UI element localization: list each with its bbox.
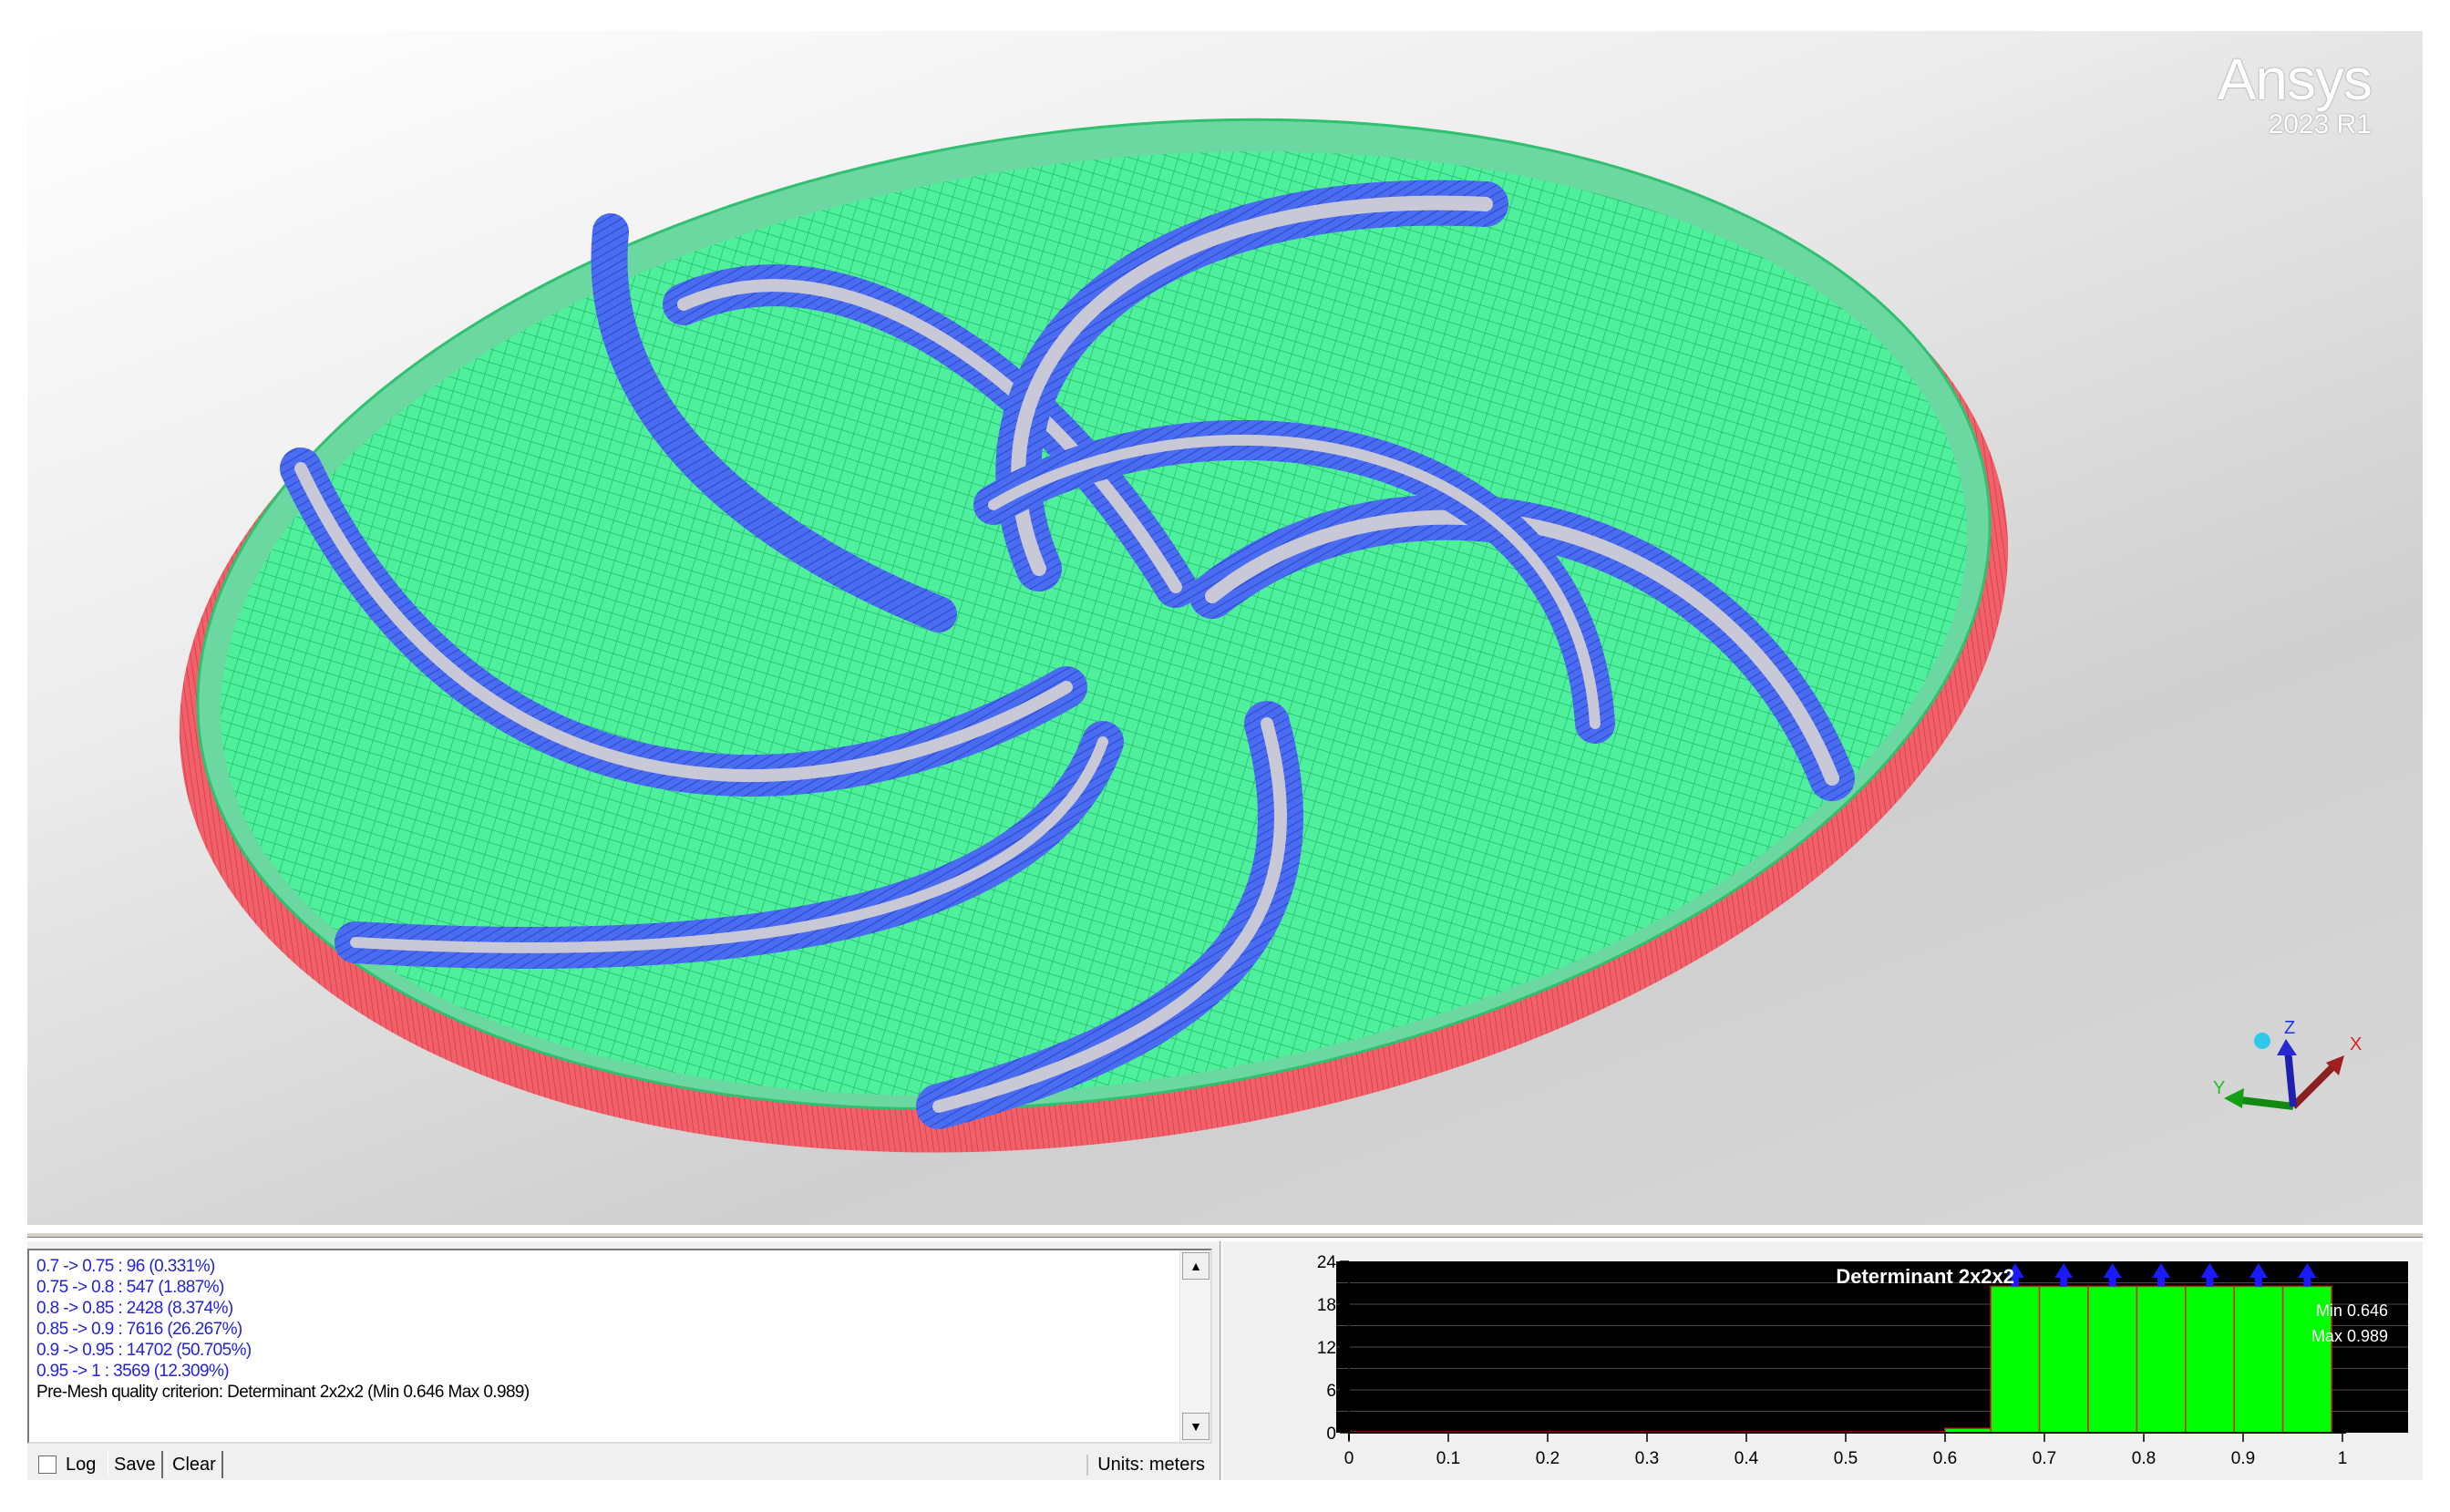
x-tick-label: 0.6 [1933, 1449, 1957, 1468]
brand-version: 2023 R1 [2268, 109, 2372, 139]
max-value-label: Max 0.989 [2311, 1327, 2388, 1345]
log-line: 0.95 -> 1 : 3569 (12.309%) [36, 1362, 230, 1381]
brand-name: Ansys [2217, 46, 2373, 112]
log-toolbar: Log Save Clear Units: meters [27, 1449, 1212, 1480]
x-tick-label: 0.2 [1536, 1449, 1560, 1468]
y-tick-label: 6 [1326, 1382, 1336, 1401]
histogram-bar [1990, 1285, 2041, 1434]
arrow-down-icon: ▼ [1189, 1419, 1202, 1434]
histogram-bar [2087, 1285, 2138, 1434]
impeller-mesh-scene: X Y Z [179, 118, 2362, 1153]
log-line: 0.85 -> 0.9 : 7616 (26.267%) [36, 1320, 242, 1339]
histogram-bar [2038, 1285, 2089, 1434]
chart-title: Determinant 2x2x2 [1836, 1265, 2014, 1288]
x-tick-label: 0.3 [1635, 1449, 1659, 1468]
histogram-bar [2136, 1285, 2187, 1434]
log-label: Log [66, 1455, 97, 1475]
x-tick-label: 0.9 [2231, 1449, 2255, 1468]
x-tick-label: 0.5 [1834, 1449, 1858, 1468]
save-button[interactable]: Save [108, 1451, 163, 1478]
log-line: 0.75 -> 0.8 : 547 (1.887%) [36, 1278, 224, 1297]
y-tick-label: 24 [1317, 1253, 1337, 1272]
panel-splitter[interactable] [27, 1232, 2423, 1238]
x-tick-label: 0.1 [1436, 1449, 1460, 1468]
x-tick-label: 0.7 [2033, 1449, 2056, 1468]
triad-y-label: Y [2213, 1078, 2225, 1098]
scroll-up-button[interactable]: ▲ [1182, 1252, 1210, 1280]
quality-histogram-panel: 0 6 12 18 24 0 0.1 0.2 0.3 0.4 0.5 0.6 0.7 0.8 0.9 1 Det… [1230, 1241, 2423, 1480]
y-tick-label: 18 [1317, 1296, 1336, 1315]
min-value-label: Min 0.646 [2316, 1301, 2388, 1320]
ansys-watermark: Ansys 2023 R1 [2217, 46, 2373, 140]
triad-x-label: X [2350, 1034, 2362, 1054]
y-tick-label: 0 [1326, 1425, 1336, 1444]
scroll-down-button[interactable]: ▼ [1182, 1413, 1210, 1440]
x-tick-label: 0.8 [2132, 1449, 2156, 1468]
log-line: 0.9 -> 0.95 : 14702 (50.705%) [36, 1341, 252, 1360]
quality-histogram: 0 6 12 18 24 0 0.1 0.2 0.3 0.4 0.5 0.6 0.7 0.8 0.9 1 Det… [1317, 1253, 2408, 1468]
x-tick-label: 1 [2338, 1449, 2348, 1468]
y-tick-label: 12 [1317, 1339, 1336, 1358]
histogram-bar [2233, 1285, 2284, 1434]
message-log[interactable]: 0.7 -> 0.75 : 96 (0.331%) 0.75 -> 0.8 : 5… [27, 1249, 1212, 1444]
triad-z-label: Z [2284, 1018, 2295, 1038]
log-line: 0.7 -> 0.75 : 96 (0.331%) [36, 1257, 215, 1276]
3d-viewport[interactable]: X Y Z Ansys 2023 R1 [27, 31, 2423, 1225]
clear-button[interactable]: Clear [166, 1451, 223, 1478]
units-label: Units: meters [1086, 1455, 1205, 1476]
bottom-panel: 0.7 -> 0.75 : 96 (0.331%) 0.75 -> 0.8 : 5… [27, 1241, 2423, 1480]
x-tick-label: 0.4 [1735, 1449, 1759, 1468]
log-scrollbar[interactable]: ▲ ▼ [1179, 1250, 1210, 1442]
log-line: Pre-Mesh quality criterion: Determinant … [36, 1383, 530, 1402]
panel-divider[interactable] [1220, 1241, 1223, 1480]
x-tick-label: 0 [1344, 1449, 1354, 1468]
log-lines: 0.7 -> 0.75 : 96 (0.331%) 0.75 -> 0.8 : 5… [36, 1256, 1167, 1403]
arrow-up-icon: ▲ [1189, 1259, 1202, 1273]
log-line: 0.8 -> 0.85 : 2428 (8.374%) [36, 1299, 233, 1318]
histogram-bar [2185, 1285, 2235, 1434]
log-checkbox[interactable] [38, 1455, 57, 1474]
axis-triad: X Y Z [2213, 1018, 2362, 1110]
